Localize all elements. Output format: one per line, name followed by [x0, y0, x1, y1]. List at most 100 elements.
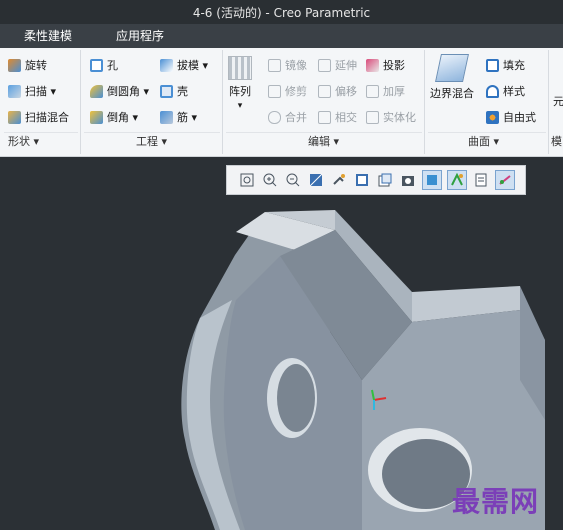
hole-label: 孔	[107, 59, 118, 72]
shape-group-label[interactable]: 形状 ▾	[8, 134, 39, 150]
project-label: 投影	[383, 59, 405, 72]
extend-button[interactable]: 延伸	[318, 56, 357, 74]
group-separator	[80, 50, 81, 154]
surface-group-label[interactable]: 曲面 ▾	[468, 134, 499, 150]
datum-display-icon[interactable]	[421, 170, 442, 190]
edit-group-label[interactable]: 编辑 ▾	[308, 134, 339, 150]
graphics-viewport[interactable]	[0, 157, 563, 530]
ribbon-tabs: 柔性建模 应用程序	[0, 24, 563, 48]
solidify-icon	[366, 110, 379, 124]
watermark-logo: 最需网	[452, 485, 540, 518]
group-separator	[222, 50, 223, 154]
fill-icon	[486, 58, 499, 72]
offset-label: 偏移	[335, 85, 357, 98]
intersect-icon	[318, 110, 331, 124]
rib-label: 筋 ▾	[177, 111, 198, 124]
sweep-icon	[8, 84, 21, 98]
freestyle-label: 自由式	[503, 111, 536, 124]
chamfer-icon	[90, 110, 103, 124]
trim-label: 修剪	[285, 85, 307, 98]
swept-blend-label: 扫描混合	[25, 111, 69, 124]
title-bar: 4-6 (活动的) - Creo Parametric	[0, 0, 563, 24]
spin-center-icon[interactable]	[330, 171, 348, 189]
pattern-icon	[228, 56, 252, 80]
solidify-button[interactable]: 实体化	[366, 108, 416, 126]
style-icon	[486, 84, 499, 98]
style-label: 样式	[503, 85, 525, 98]
merge-icon	[268, 110, 281, 124]
through-hole-left-inner	[277, 364, 315, 432]
revolve-icon	[8, 58, 21, 72]
display-style-icon[interactable]	[353, 171, 371, 189]
project-button[interactable]: 投影	[366, 56, 405, 74]
group-separator	[548, 50, 549, 154]
extend-label: 延伸	[335, 59, 357, 72]
partial-ribbon-label[interactable]: 元	[553, 92, 563, 110]
shell-button[interactable]: 壳	[160, 82, 188, 100]
zoom-in-icon[interactable]	[261, 171, 279, 189]
boundary-blend-icon	[435, 54, 469, 82]
fill-button[interactable]: 填充	[486, 56, 525, 74]
thicken-button[interactable]: 加厚	[366, 82, 405, 100]
hole-button[interactable]: 孔	[90, 56, 118, 74]
view-toolbar	[226, 165, 526, 195]
sweep-label: 扫描 ▾	[25, 85, 57, 98]
draft-label: 拔模 ▾	[177, 59, 209, 72]
pattern-label: 阵列	[229, 85, 251, 98]
draft-icon	[160, 58, 173, 72]
trim-icon	[268, 84, 281, 98]
revolve-button[interactable]: 旋转	[8, 56, 47, 74]
zoom-fit-icon[interactable]	[238, 171, 256, 189]
group-separator	[424, 50, 425, 154]
partial-group-label[interactable]: 模	[551, 134, 562, 150]
intersect-button[interactable]: 相交	[318, 108, 357, 126]
model-3d-part[interactable]	[0, 157, 563, 530]
mirror-label: 镜像	[285, 59, 307, 72]
fill-label: 填充	[503, 59, 525, 72]
window-title: 4-6 (活动的) - Creo Parametric	[192, 5, 371, 20]
revolve-label: 旋转	[25, 59, 47, 72]
trim-button[interactable]: 修剪	[268, 82, 307, 100]
round-label: 倒圆角 ▾	[107, 85, 150, 98]
project-icon	[366, 58, 379, 72]
merge-button[interactable]: 合并	[268, 108, 307, 126]
pattern-button[interactable]: 阵列 ▾	[228, 56, 252, 111]
hole-icon	[90, 58, 103, 72]
offset-icon	[318, 84, 331, 98]
solidify-label: 实体化	[383, 111, 416, 124]
mirror-button[interactable]: 镜像	[268, 56, 307, 74]
zoom-out-icon[interactable]	[284, 171, 302, 189]
ribbon-panel: 旋转 扫描 ▾ 扫描混合 形状 ▾ 孔 倒圆角 ▾ 倒角 ▾ 拔模 ▾ 壳 筋 …	[0, 48, 563, 157]
thicken-label: 加厚	[383, 85, 405, 98]
chevron-down-icon: ▾	[237, 101, 243, 111]
freestyle-icon	[486, 110, 499, 124]
tab-flexible-modeling[interactable]: 柔性建模	[18, 24, 78, 48]
saved-orientations-icon[interactable]	[376, 171, 394, 189]
boundary-blend-button[interactable]: 边界混合	[430, 54, 474, 101]
draft-button[interactable]: 拔模 ▾	[160, 56, 208, 74]
round-button[interactable]: 倒圆角 ▾	[90, 82, 149, 100]
rib-button[interactable]: 筋 ▾	[160, 108, 197, 126]
shell-label: 壳	[177, 85, 188, 98]
merge-label: 合并	[285, 111, 307, 124]
boundary-blend-label: 边界混合	[430, 87, 474, 100]
engineering-group-label[interactable]: 工程 ▾	[136, 134, 167, 150]
style-button[interactable]: 样式	[486, 82, 525, 100]
chamfer-label: 倒角 ▾	[107, 111, 139, 124]
rib-icon	[160, 110, 173, 124]
shell-icon	[160, 84, 173, 98]
view-manager-icon[interactable]	[399, 171, 417, 189]
offset-button[interactable]: 偏移	[318, 82, 357, 100]
swept-blend-icon	[8, 110, 21, 124]
datum-planes-icon[interactable]	[446, 170, 467, 190]
swept-blend-button[interactable]: 扫描混合	[8, 108, 69, 126]
mirror-icon	[268, 58, 281, 72]
spin-axis-icon[interactable]	[494, 170, 515, 190]
sweep-button[interactable]: 扫描 ▾	[8, 82, 56, 100]
extend-icon	[318, 58, 331, 72]
tab-applications[interactable]: 应用程序	[110, 24, 170, 48]
freestyle-button[interactable]: 自由式	[486, 108, 536, 126]
repaint-icon[interactable]	[307, 171, 325, 189]
annotations-icon[interactable]	[472, 171, 490, 189]
chamfer-button[interactable]: 倒角 ▾	[90, 108, 138, 126]
